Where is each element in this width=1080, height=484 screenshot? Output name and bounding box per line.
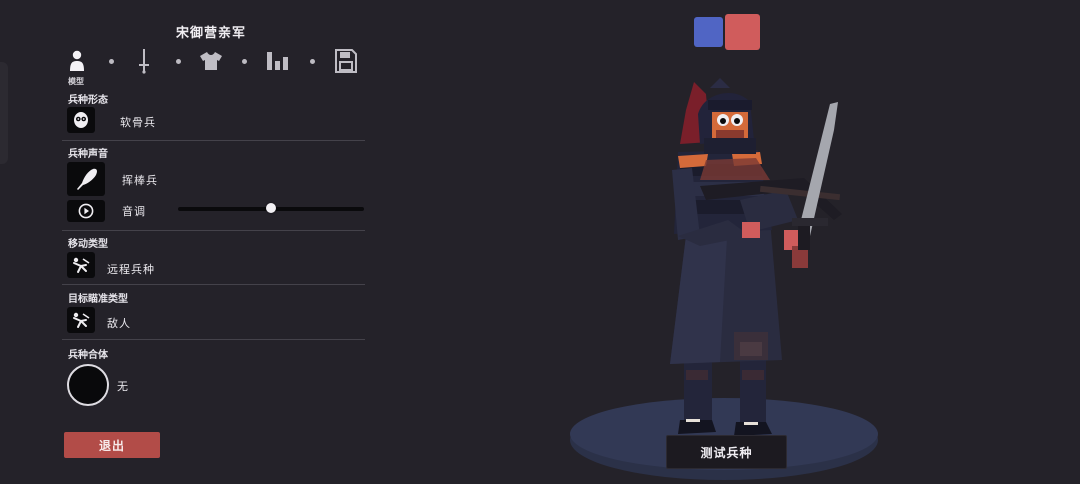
combine-value: 无 — [117, 380, 129, 393]
section-movement-label: 移动类型 — [68, 239, 108, 250]
shirt-icon — [200, 52, 222, 70]
unit-model-preview — [570, 78, 878, 480]
test-unit-button[interactable]: 测试兵种 — [666, 435, 787, 469]
pitch-slider-handle[interactable] — [266, 203, 276, 213]
unit-creator-screen: 宋御营亲军 模型 兵种形态 软骨兵 兵种声音 挥棒兵 音调 移动类型 远程兵种 … — [0, 0, 1080, 484]
form-value[interactable]: 软骨兵 — [120, 114, 156, 130]
mask-face-icon — [74, 112, 88, 128]
voice-select-button[interactable] — [67, 162, 105, 196]
team-swatch-blue[interactable] — [694, 17, 723, 47]
movement-select-button[interactable] — [67, 252, 95, 278]
tab-clothing[interactable] — [198, 47, 224, 75]
tab-model-caption: 模型 — [68, 77, 84, 86]
targeting-value[interactable]: 敌人 — [107, 315, 131, 331]
section-divider — [62, 230, 365, 231]
tab-separator-dot — [109, 59, 114, 64]
section-form-label: 兵种形态 — [68, 95, 108, 106]
save-icon — [335, 49, 357, 73]
unit-preview[interactable] — [560, 70, 900, 484]
stats-icon — [267, 52, 288, 70]
form-select-button[interactable] — [67, 107, 95, 133]
target-enemy-icon — [73, 312, 90, 328]
unit-name-title[interactable]: 宋御营亲军 — [140, 22, 282, 41]
section-divider — [62, 339, 365, 340]
pitch-label: 音调 — [122, 205, 146, 218]
ranged-unit-icon — [73, 257, 90, 273]
club-icon — [77, 168, 97, 190]
section-targeting-label: 目标瞄准类型 — [68, 294, 128, 305]
team-swatch-red[interactable] — [725, 14, 760, 50]
person-icon — [70, 50, 84, 71]
section-divider — [62, 284, 365, 285]
section-divider — [62, 140, 365, 141]
sword-icon — [139, 49, 149, 74]
play-voice-button[interactable] — [67, 200, 105, 222]
tab-separator-dot — [242, 59, 247, 64]
tab-separator-dot — [176, 59, 181, 64]
voice-value[interactable]: 挥棒兵 — [122, 172, 158, 188]
tab-stats[interactable] — [265, 47, 291, 75]
tab-save[interactable] — [333, 47, 359, 75]
section-voice-label: 兵种声音 — [68, 149, 108, 160]
play-icon — [78, 203, 94, 219]
combine-select-button[interactable] — [67, 364, 109, 406]
section-combine-label: 兵种合体 — [68, 350, 108, 361]
exit-button[interactable]: 退出 — [64, 432, 160, 458]
targeting-select-button[interactable] — [67, 307, 95, 333]
side-drawer-handle[interactable] — [0, 62, 8, 164]
tab-model[interactable] — [64, 47, 90, 75]
movement-value[interactable]: 远程兵种 — [107, 261, 155, 277]
tab-weapons[interactable] — [131, 47, 157, 75]
tab-separator-dot — [310, 59, 315, 64]
